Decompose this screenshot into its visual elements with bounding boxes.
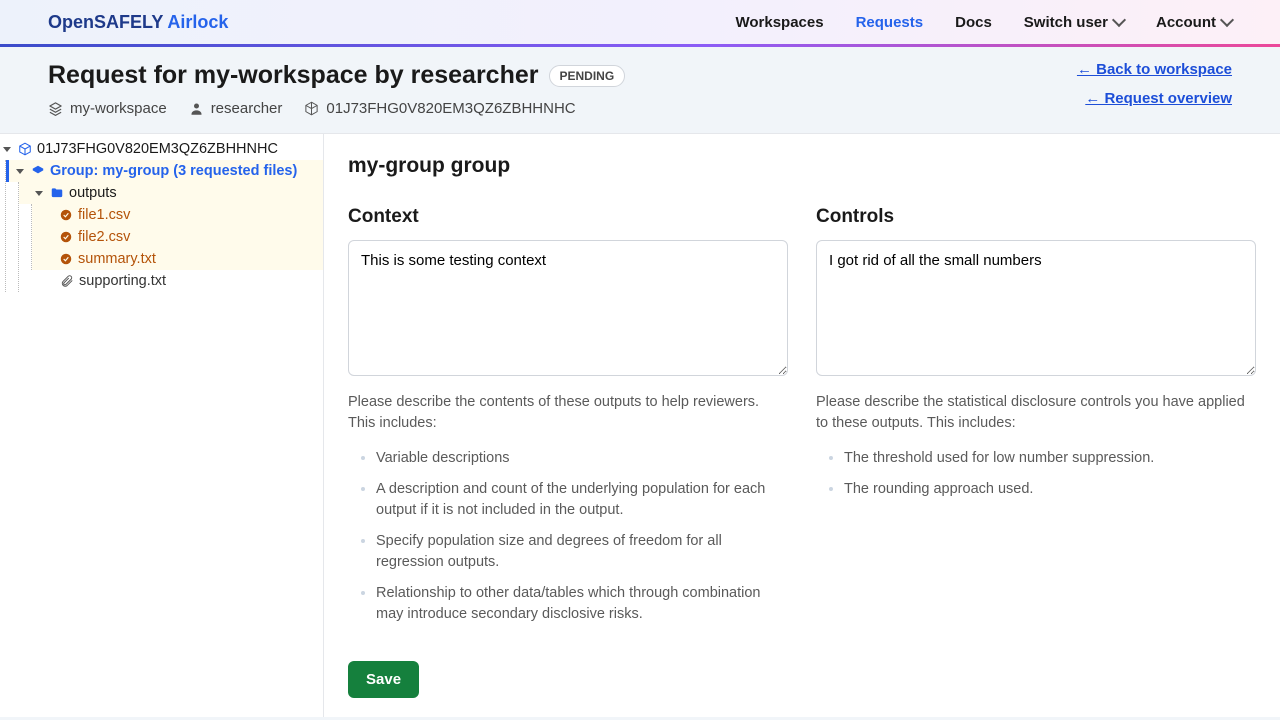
tree-file-2[interactable]: file2.csv — [32, 226, 323, 248]
link-request-overview[interactable]: ← Request overview — [1085, 90, 1232, 107]
nav-switch-user[interactable]: Switch user — [1024, 14, 1124, 31]
check-circle-icon — [59, 252, 73, 266]
layers-icon — [48, 101, 63, 116]
tree-supporting-label: supporting.txt — [79, 273, 166, 289]
meta-request-id: 01J73FHG0V820EM3QZ6ZBHHNHC — [304, 100, 575, 117]
context-help-text: Please describe the contents of these ou… — [348, 392, 788, 434]
tree-root-label: 01J73FHG0V820EM3QZ6ZBHHNHC — [37, 141, 278, 157]
nav-docs[interactable]: Docs — [955, 14, 992, 31]
tree-node-supporting[interactable]: supporting.txt — [19, 270, 323, 292]
tree-node-root[interactable]: 01J73FHG0V820EM3QZ6ZBHHNHC — [0, 138, 323, 160]
check-circle-icon — [59, 230, 73, 244]
controls-heading: Controls — [816, 206, 1256, 228]
cube-icon — [304, 101, 319, 116]
main-content: my-group group Context Please describe t… — [324, 134, 1280, 717]
nav-account-label: Account — [1156, 14, 1216, 31]
nav-account[interactable]: Account — [1156, 14, 1232, 31]
meta-user-text: researcher — [211, 100, 283, 117]
help-list-item: Variable descriptions — [376, 448, 788, 469]
twisty-down-icon — [3, 147, 11, 152]
meta-workspace: my-workspace — [48, 100, 167, 117]
context-textarea[interactable] — [348, 240, 788, 376]
brand-part-a: OpenSAFELY — [48, 12, 167, 32]
brand-part-b: Airlock — [167, 12, 228, 32]
tree-file-3[interactable]: summary.txt — [32, 248, 323, 270]
tree-node-outputs[interactable]: outputs — [19, 182, 323, 204]
cube-icon — [18, 142, 32, 156]
status-badge: PENDING — [549, 65, 626, 87]
tree-file-1[interactable]: file1.csv — [32, 204, 323, 226]
help-list-item: The threshold used for low number suppre… — [844, 448, 1256, 469]
controls-textarea[interactable] — [816, 240, 1256, 376]
help-list-item: The rounding approach used. — [844, 479, 1256, 500]
check-circle-icon — [59, 208, 73, 222]
controls-help-list: The threshold used for low number suppre… — [816, 448, 1256, 500]
save-button[interactable]: Save — [348, 661, 419, 698]
file-tree: 01J73FHG0V820EM3QZ6ZBHHNHC Group: my-gro… — [0, 134, 324, 717]
context-help-list: Variable descriptions A description and c… — [348, 448, 788, 625]
paperclip-icon — [60, 274, 74, 288]
meta-user: researcher — [189, 100, 283, 117]
brand-logo[interactable]: OpenSAFELY Airlock — [48, 12, 228, 33]
tree-node-group[interactable]: Group: my-group (3 requested files) — [6, 160, 323, 182]
twisty-down-icon — [16, 169, 24, 174]
tree-file-3-label: summary.txt — [78, 251, 156, 267]
help-list-item: A description and count of the underlyin… — [376, 479, 788, 521]
tree-file-1-label: file1.csv — [78, 207, 130, 223]
group-title: my-group group — [348, 154, 1256, 178]
tree-outputs-label: outputs — [69, 185, 117, 201]
twisty-down-icon — [35, 191, 43, 196]
page-title: Request for my-workspace by researcher — [48, 61, 539, 90]
help-list-item: Relationship to other data/tables which … — [376, 583, 788, 625]
user-icon — [189, 101, 204, 116]
link-back-to-workspace[interactable]: ← Back to workspace — [1077, 61, 1232, 78]
nav-workspaces[interactable]: Workspaces — [735, 14, 823, 31]
chevron-down-icon — [1220, 13, 1234, 27]
top-navbar: OpenSAFELY Airlock Workspaces Requests D… — [0, 0, 1280, 44]
layers-icon — [31, 164, 45, 178]
folder-icon — [50, 186, 64, 200]
meta-request-id-text: 01J73FHG0V820EM3QZ6ZBHHNHC — [326, 100, 575, 117]
tree-group-label: Group: my-group (3 requested files) — [50, 163, 297, 179]
controls-help-text: Please describe the statistical disclosu… — [816, 392, 1256, 434]
page-header: Request for my-workspace by researcher P… — [0, 47, 1280, 134]
meta-workspace-text: my-workspace — [70, 100, 167, 117]
chevron-down-icon — [1112, 13, 1126, 27]
tree-file-2-label: file2.csv — [78, 229, 130, 245]
nav-switch-user-label: Switch user — [1024, 14, 1108, 31]
help-list-item: Specify population size and degrees of f… — [376, 531, 788, 573]
context-heading: Context — [348, 206, 788, 228]
nav-requests[interactable]: Requests — [856, 14, 924, 31]
